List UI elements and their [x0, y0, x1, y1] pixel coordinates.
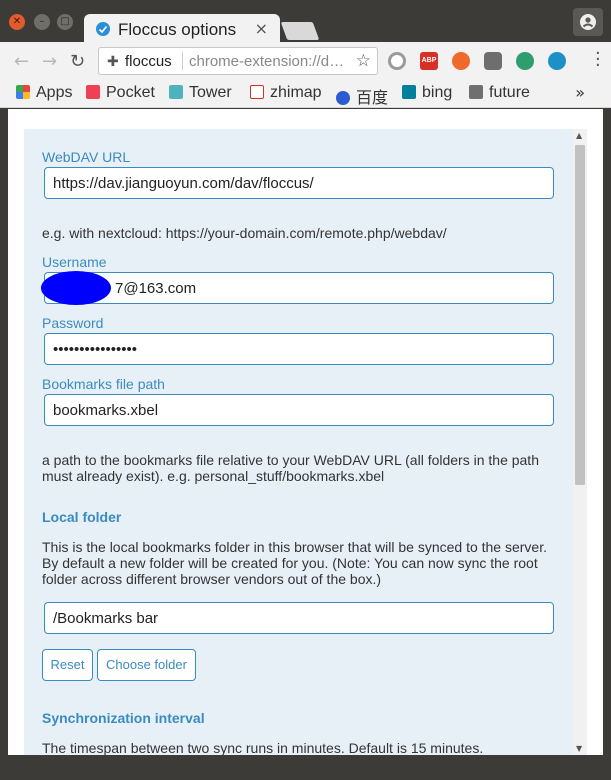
pocket-icon [86, 85, 100, 99]
new-tab-button[interactable] [280, 22, 320, 40]
adblock-extension-icon[interactable]: ABP [420, 52, 438, 70]
person-icon [580, 14, 596, 30]
window-maximize-button[interactable]: □ [57, 14, 73, 30]
profile-button[interactable] [573, 8, 603, 36]
bookmark-label: future [489, 84, 530, 101]
bookmark-label: 百度 [356, 90, 389, 107]
address-site-name: floccus [125, 53, 172, 70]
username-label: Username [42, 254, 107, 270]
tab-close-icon[interactable]: × [255, 19, 268, 38]
record-extension-icon[interactable] [388, 52, 406, 70]
username-input[interactable]: 7@163.com [44, 272, 554, 304]
bookmark-bing[interactable]: bing [402, 84, 452, 104]
webdav-url-label: WebDAV URL [42, 149, 131, 165]
bookmark-label: Apps [36, 84, 73, 101]
webdav-url-help: e.g. with nextcloud: https://your-domain… [42, 225, 447, 241]
window-minimize-button[interactable]: – [34, 14, 50, 30]
back-arrow-icon[interactable]: ← [14, 51, 29, 72]
tower-icon [169, 85, 183, 99]
bookmark-apps[interactable]: Apps [16, 84, 72, 104]
bookmark-label: bing [422, 84, 453, 101]
local-folder-help: This is the local bookmarks folder in th… [42, 539, 547, 587]
bookmark-pocket[interactable]: Pocket [86, 84, 155, 104]
vertical-scrollbar[interactable]: ▲ ▼ [573, 129, 587, 755]
webdav-url-input[interactable]: https://dav.jianguoyun.com/dav/floccus/ [44, 167, 554, 199]
sync-interval-help: The timespan between two sync runs in mi… [42, 740, 484, 755]
apps-grid-icon [16, 85, 30, 99]
address-url: chrome-extension://d… [189, 53, 345, 70]
title-bar: ✕ – □ Floccus options × [0, 0, 611, 44]
scroll-down-arrow-icon[interactable]: ▼ [576, 744, 582, 753]
bookmark-extension-icon[interactable] [484, 52, 502, 70]
browser-toolbar: ← → ↻ ✚ floccus chrome-extension://d… ☆ … [0, 42, 611, 80]
choose-folder-button[interactable]: Choose folder [97, 649, 196, 681]
password-label: Password [42, 315, 104, 331]
baidu-paw-icon [336, 91, 350, 105]
password-input[interactable]: •••••••••••••••• [44, 333, 554, 365]
bookmarks-path-help: a path to the bookmarks file relative to… [42, 452, 539, 484]
folder-icon [469, 85, 483, 99]
cloud-icon [96, 22, 110, 36]
bookmarks-path-label: Bookmarks file path [42, 376, 165, 392]
scroll-up-arrow-icon[interactable]: ▲ [576, 131, 582, 140]
bookmark-label: zhimap [270, 84, 322, 101]
options-page: WebDAV URL https://dav.jianguoyun.com/da… [8, 109, 603, 755]
redaction-mark [41, 271, 111, 305]
bookmarks-bar: Apps Pocket Tower zhimap 百度 bing future … [0, 80, 611, 108]
bing-icon [402, 85, 416, 99]
bookmarks-path-input[interactable]: bookmarks.xbel [44, 394, 554, 426]
bookmark-star-icon[interactable]: ☆ [356, 51, 371, 71]
local-folder-input[interactable]: /Bookmarks bar [44, 602, 554, 634]
tab-title: Floccus options [118, 20, 237, 39]
bookmark-label: Pocket [106, 84, 155, 101]
orange-extension-icon[interactable] [452, 52, 470, 70]
address-bar[interactable]: ✚ floccus chrome-extension://d… ☆ [98, 47, 378, 75]
sync-interval-heading: Synchronization interval [42, 710, 205, 726]
bookmark-future[interactable]: future [469, 84, 530, 104]
search-extension-icon[interactable] [548, 52, 566, 70]
extension-puzzle-icon: ✚ [107, 53, 119, 69]
options-form: WebDAV URL https://dav.jianguoyun.com/da… [24, 129, 573, 755]
window-close-button[interactable]: ✕ [9, 14, 25, 30]
reset-button[interactable]: Reset [42, 649, 93, 681]
tab-floccus-options[interactable]: Floccus options × [84, 14, 280, 44]
bookmark-label: Tower [189, 84, 232, 101]
zhimap-icon [250, 85, 264, 99]
bookmark-tower[interactable]: Tower [169, 84, 232, 104]
local-folder-heading: Local folder [42, 509, 122, 525]
forward-arrow-icon[interactable]: → [42, 51, 57, 72]
reload-icon[interactable]: ↻ [70, 51, 85, 72]
address-separator [182, 52, 183, 70]
green-extension-icon[interactable] [516, 52, 534, 70]
bookmarks-overflow-chevron-icon[interactable]: » [575, 83, 585, 102]
bookmark-zhimap[interactable]: zhimap [250, 84, 322, 104]
scrollbar-thumb[interactable] [575, 145, 585, 485]
bookmark-baidu[interactable]: 百度 [336, 84, 389, 107]
window-bottom-border [0, 755, 611, 780]
menu-kebab-icon[interactable]: · · · [595, 45, 601, 75]
